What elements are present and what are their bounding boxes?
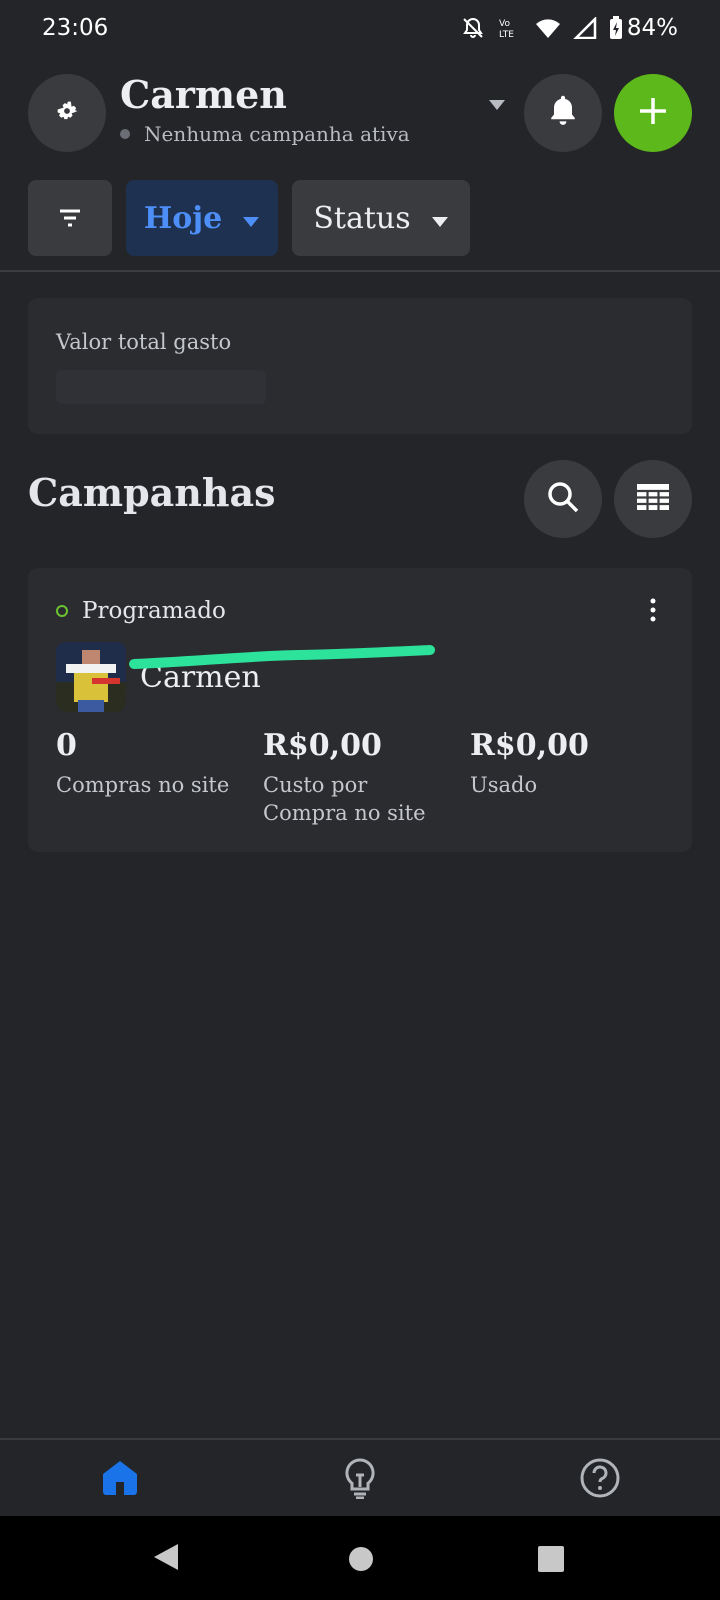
gear-icon	[53, 97, 81, 129]
table-view-button[interactable]	[614, 460, 692, 538]
campaign-status-label: Programado	[82, 598, 226, 624]
filter-row: Hoje Status	[28, 180, 470, 256]
more-options-icon[interactable]	[650, 598, 656, 626]
notifications-button[interactable]	[524, 74, 602, 152]
campaign-status: Programado	[56, 598, 226, 624]
create-button[interactable]	[614, 74, 692, 152]
settings-button[interactable]	[28, 74, 106, 152]
clock: 23:06	[42, 15, 109, 41]
help-icon	[579, 1457, 621, 1503]
search-icon	[546, 480, 580, 518]
spend-summary-card: Valor total gasto	[28, 298, 692, 434]
metric-label: Compras no site	[56, 773, 230, 797]
total-spent-label: Valor total gasto	[56, 330, 232, 354]
date-filter-label: Hoje	[143, 200, 223, 236]
metric-value: R$0,00	[470, 728, 589, 763]
metric-label: Usado	[470, 773, 538, 797]
metric-label: Custo por Compra no site	[263, 773, 426, 825]
chevron-down-icon	[242, 201, 260, 236]
back-icon[interactable]	[152, 1542, 180, 1576]
search-button[interactable]	[524, 460, 602, 538]
redaction-scribble	[129, 645, 435, 669]
plus-icon	[638, 96, 668, 130]
battery-level: 84%	[626, 15, 678, 41]
inactive-dot	[120, 129, 130, 139]
account-status: Nenhuma campanha ativa	[120, 122, 410, 146]
status-filter-label: Status	[313, 200, 411, 236]
status-filter-dropdown[interactable]: Status	[292, 180, 470, 256]
filter-icon	[58, 201, 82, 236]
metric-cost-per-purchase: R$0,00 Custo por Compra no site	[263, 728, 453, 827]
system-nav-bar	[0, 1516, 720, 1600]
date-filter-dropdown[interactable]: Hoje	[126, 180, 278, 256]
bell-off-icon	[461, 16, 485, 40]
home-icon	[100, 1458, 140, 1502]
campaign-card[interactable]: Programado Carmen 0 Compras no site R$0,…	[28, 568, 692, 852]
signal-icon	[573, 17, 597, 39]
bell-icon	[546, 93, 580, 133]
svg-text:LTE: LTE	[499, 30, 514, 40]
svg-text:Vo: Vo	[499, 19, 510, 29]
scheduled-status-icon	[56, 605, 68, 617]
filter-button[interactable]	[28, 180, 112, 256]
divider	[0, 270, 720, 272]
header: Carmen Nenhuma campanha ativa	[0, 72, 720, 154]
volte-icon: Vo LTE	[497, 16, 523, 40]
metric-value: R$0,00	[263, 728, 382, 763]
chevron-down-icon	[431, 201, 449, 236]
nav-tips[interactable]	[338, 1458, 382, 1502]
status-bar: 23:06 Vo LTE 84%	[0, 0, 720, 56]
loading-placeholder	[56, 370, 266, 404]
campaign-thumbnail	[56, 642, 126, 712]
nav-help[interactable]	[578, 1458, 622, 1502]
campaigns-title: Campanhas	[28, 470, 276, 515]
account-dropdown-icon[interactable]	[488, 96, 506, 115]
home-button-icon[interactable]	[348, 1546, 374, 1576]
nav-home[interactable]	[98, 1458, 142, 1502]
wifi-icon	[535, 17, 561, 39]
account-status-text: Nenhuma campanha ativa	[144, 122, 410, 146]
lightbulb-icon	[342, 1457, 378, 1503]
metric-purchases: 0 Compras no site	[56, 728, 246, 799]
status-icons: Vo LTE 84%	[461, 15, 678, 41]
app-screen: 23:06 Vo LTE 84% Carmen Nenhuma campanha…	[0, 0, 720, 1600]
table-icon	[636, 483, 670, 515]
recents-icon[interactable]	[538, 1546, 564, 1576]
bottom-nav	[0, 1438, 720, 1516]
account-name[interactable]: Carmen	[120, 72, 287, 117]
metric-spent: R$0,00 Usado	[470, 728, 660, 799]
metric-value: 0	[56, 728, 77, 763]
battery-charging-icon	[609, 16, 623, 40]
